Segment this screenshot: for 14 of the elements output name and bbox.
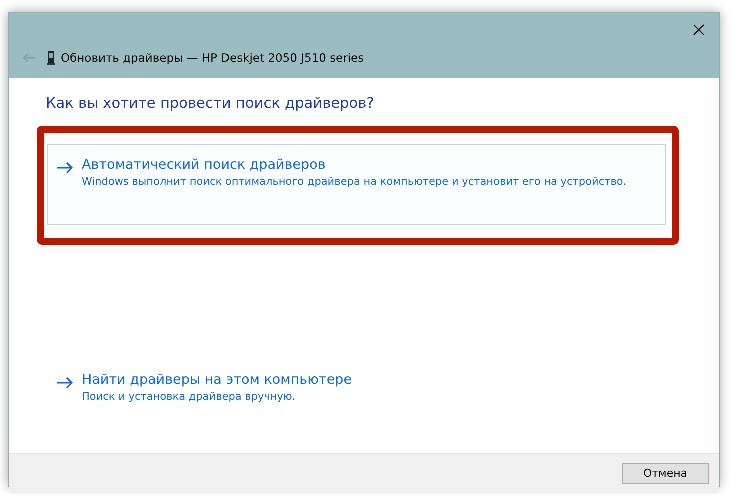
option-button[interactable]: Найти драйверы на этом компьютере Поиск и установка драйвера вручную. (47, 359, 673, 440)
option-title: Автоматический поиск драйверов (82, 157, 327, 173)
arrow-right-icon (56, 162, 74, 174)
option-button[interactable]: Автоматический поиск драйверов Windows выполнит поиск оптимального драйвера на компьютере и установит его на устройство. (47, 144, 666, 225)
close-icon (693, 24, 705, 36)
back-icon (22, 53, 36, 63)
option-description: Windows выполнит поиск оптимального драйвера на компьютере и установит его на устройство. (82, 176, 627, 188)
arrow-right-icon (56, 377, 74, 389)
window-title: Обновить драйверы — HP Deskjet 2050 J510 series (61, 51, 364, 65)
printer-icon (47, 51, 55, 65)
cancel-button[interactable]: Отмена (622, 463, 709, 484)
option-description: Поиск и установка драйвера вручную. (82, 391, 297, 403)
heading: Как вы хотите провести поиск драйверов? (46, 96, 376, 112)
option-title: Найти драйверы на этом компьютере (82, 372, 352, 388)
